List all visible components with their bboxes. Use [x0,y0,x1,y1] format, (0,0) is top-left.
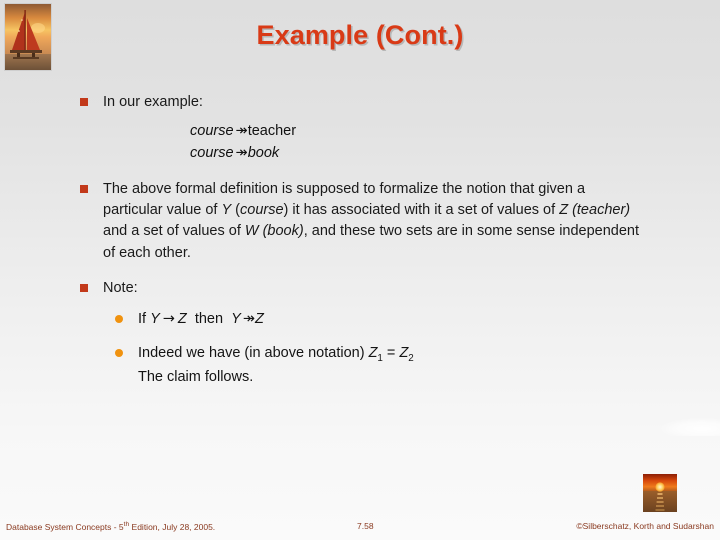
bullet-item-formal-definition: The above formal definition is supposed … [80,179,640,264]
variable-y: Y [231,311,241,328]
mvd-right-book: book [247,145,280,162]
round-bullet-icon [115,315,123,324]
term-course: course [240,202,284,219]
term-book: (book) [262,223,304,240]
double-arrow-icon: ↠ [235,145,248,162]
sub-bullet-text: If Y → Z then Y ↠ Z [138,309,264,330]
text-part: Indeed we have (in above notation) [138,345,369,362]
round-bullet-icon [115,349,123,358]
variable-y: Y [221,202,232,219]
bullet-text: In our example: [103,94,203,110]
square-bullet-icon [80,184,88,193]
single-arrow-icon: → [162,311,175,328]
mvd-left-course: course [190,123,234,140]
text-claim-follows: The claim follows. [138,368,254,385]
double-arrow-icon: ↠ [235,123,248,140]
sailboat-sunset-photo [4,3,52,71]
footer-citation-pre: Database System Concepts - 5 [6,521,124,532]
variable-z: Z [254,311,264,328]
sub-bullet-list: If Y → Z then Y ↠ Z Indeed we have (in above… [115,309,640,387]
slide-number: 7.58 [357,521,374,531]
decorative-swoosh [660,418,720,436]
sub-bullet-item-implication: If Y → Z then Y ↠ Z [115,309,640,330]
subscript-2: 2 [408,353,414,365]
double-arrow-icon: ↠ [242,311,255,328]
square-bullet-icon [80,284,88,293]
term-teacher: (teacher) [572,202,631,219]
text-if: If [138,311,147,328]
page-title: Example (Cont.) [256,20,464,50]
variable-z: Z [559,202,569,219]
equals-sign: = [382,345,400,362]
mvd-left-course-2: course [190,145,234,162]
bullet-text: Note: [103,280,138,297]
variable-z2: Z [399,345,409,362]
footer-citation: Database System Concepts - 5th Edition, … [6,521,215,532]
text-part: ( [231,202,241,219]
bullet-text: The above formal definition is supposed … [103,179,640,264]
slide-canvas: Example (Cont.) In our example: course ↠ t… [0,0,720,540]
mvd-notation-block: course ↠ teacher course ↠ book [80,121,640,165]
bullet-item-in-our-example: In our example: [80,92,640,113]
sunset-over-water-photo [643,474,677,512]
footer-citation-post: Edition, July 28, 2005. [129,521,216,532]
text-part: and a set of values of [103,223,245,240]
mvd-line-book: course ↠ book [190,143,640,165]
slide-body: In our example: course ↠ teacher course ↠ bo… [80,92,640,401]
variable-w: W [244,223,259,240]
variable-z: Z [177,311,187,328]
sub-bullet-item-claim: Indeed we have (in above notation) Z1 = … [115,343,640,387]
square-bullet-icon [80,98,88,106]
mvd-right-teacher: teacher [247,123,297,140]
sub-bullet-text: Indeed we have (in above notation) Z1 = … [138,343,414,387]
bullet-item-note: Note: [80,278,640,299]
text-then: then [194,311,224,328]
text-part: ) it has associated with it a set of val… [283,202,560,219]
mvd-line-teacher: course ↠ teacher [190,121,640,143]
variable-y: Y [150,311,160,328]
slide-footer: Database System Concepts - 5th Edition, … [0,521,720,537]
footer-copyright: ©Silberschatz, Korth and Sudarshan [576,521,714,531]
